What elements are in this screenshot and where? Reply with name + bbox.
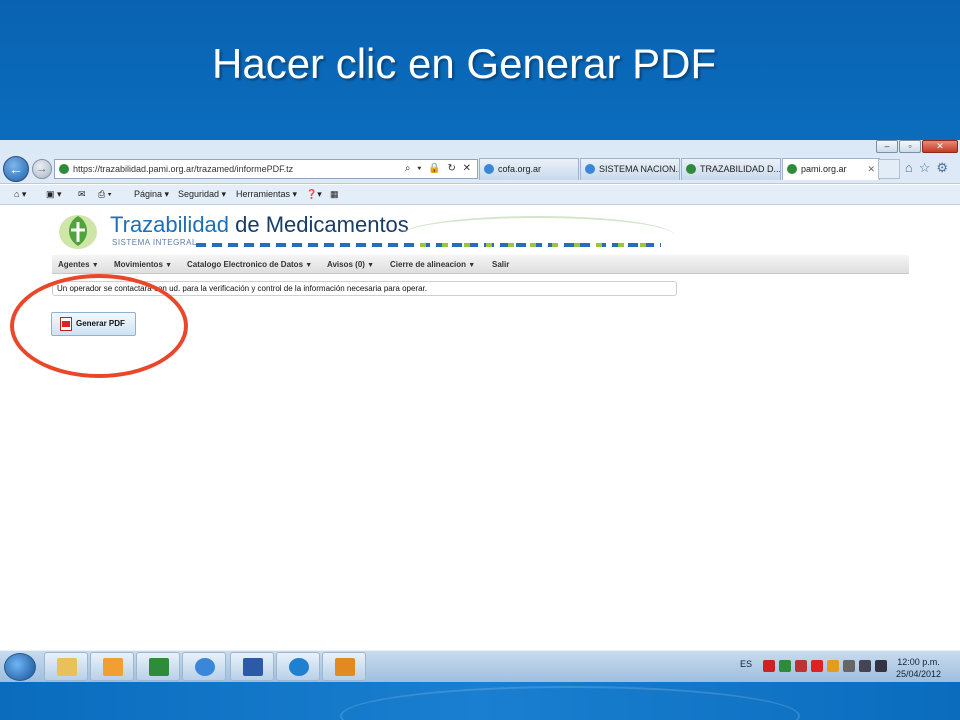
clock[interactable]: 12:00 p.m. 25/04/2012	[896, 656, 941, 680]
flag-icon[interactable]	[843, 660, 855, 672]
ie-icon	[585, 164, 595, 174]
update-icon[interactable]	[827, 660, 839, 672]
app-menu-bar: Agentes ▼ Movimientos ▼ Catalogo Electro…	[52, 255, 909, 274]
outlook-icon[interactable]	[90, 652, 134, 681]
explorer-icon[interactable]	[44, 652, 88, 681]
volume-icon[interactable]	[875, 660, 887, 672]
tab-label: pami.org.ar	[801, 164, 847, 174]
language-indicator[interactable]: ES	[740, 659, 752, 669]
menu-label: Movimientos	[114, 260, 163, 269]
antivirus-icon[interactable]	[811, 660, 823, 672]
chevron-down-icon: ▼	[91, 262, 99, 269]
acrobat-icon[interactable]	[763, 660, 775, 672]
menu-label: Avisos (0)	[327, 260, 365, 269]
shield-icon	[787, 164, 797, 174]
chevron-down-icon: ▼	[468, 262, 476, 269]
security-icon[interactable]	[779, 660, 791, 672]
brand-title: Trazabilidad de Medicamentos	[110, 212, 409, 238]
tab-label: TRAZABILIDAD D...	[700, 164, 781, 174]
browser-window: – ▫ ✕ ← → https://trazabilidad.pami.org.…	[0, 140, 960, 650]
skype-icon[interactable]	[276, 652, 320, 681]
close-button[interactable]: ✕	[922, 140, 958, 153]
shield-icon	[686, 164, 696, 174]
brand-prefix: Trazabilidad	[110, 212, 230, 237]
media-icon[interactable]	[322, 652, 366, 681]
menu-label: Cierre de alineacion	[390, 260, 467, 269]
new-tab-button[interactable]	[878, 159, 900, 179]
favorites-icon[interactable]: ☆	[919, 160, 937, 175]
navigation-bar: ← → https://trazabilidad.pami.org.ar/tra…	[0, 154, 960, 184]
gear-icon[interactable]: ⚙	[936, 160, 954, 175]
chevron-down-icon: ▼	[367, 262, 375, 269]
home-icon[interactable]: ⌂	[905, 160, 919, 175]
home-icon[interactable]: ⌂ ▾	[14, 189, 26, 200]
mail-icon[interactable]: ✉	[78, 189, 86, 200]
minimize-button[interactable]: –	[876, 140, 898, 153]
word-icon[interactable]	[230, 652, 274, 681]
brand-suffix: de Medicamentos	[229, 212, 409, 237]
forward-icon[interactable]: →	[32, 159, 52, 179]
menu-label: Catalogo Electronico de Datos	[187, 260, 304, 269]
system-tray	[763, 660, 887, 672]
tab-label: SISTEMA NACION...	[599, 164, 680, 174]
ie-icon	[484, 164, 494, 174]
chevron-down-icon: ▼	[165, 262, 173, 269]
trazabilidad-logo-icon	[59, 215, 97, 249]
security-menu[interactable]: Seguridad ▾	[178, 189, 226, 200]
tools-menu[interactable]: Herramientas ▾	[236, 189, 297, 200]
network-icon[interactable]	[859, 660, 871, 672]
brand-subtitle: SISTEMA INTEGRAL	[112, 238, 197, 247]
decorative-dashes-green	[420, 243, 660, 247]
address-bar[interactable]: https://trazabilidad.pami.org.ar/trazame…	[54, 159, 478, 179]
menu-agentes[interactable]: Agentes ▼	[58, 260, 99, 269]
print-icon[interactable]: ⎙ ▾	[98, 189, 111, 200]
menu-avisos[interactable]: Avisos (0) ▼	[327, 260, 374, 269]
ie-icon[interactable]	[182, 652, 226, 681]
menu-catalogo[interactable]: Catalogo Electronico de Datos ▼	[187, 260, 312, 269]
menu-movimientos[interactable]: Movimientos ▼	[114, 260, 172, 269]
windows-start-icon[interactable]	[4, 653, 36, 681]
page-menu[interactable]: Página ▾	[134, 189, 169, 200]
url-text: https://trazabilidad.pami.org.ar/trazame…	[73, 164, 294, 174]
clock-time: 12:00 p.m.	[897, 657, 940, 667]
clock-date: 25/04/2012	[896, 669, 942, 679]
taskbar: ES 12:00 p.m. 25/04/2012	[0, 650, 960, 682]
title-bar: – ▫ ✕	[0, 140, 960, 154]
highlight-circle	[10, 274, 188, 378]
tab-label: cofa.org.ar	[498, 164, 542, 174]
tab-pami[interactable]: pami.org.ar ✕	[782, 158, 880, 180]
web-page: Trazabilidad de Medicamentos SISTEMA INT…	[0, 206, 960, 650]
secure-site-icon	[59, 164, 69, 174]
menu-label: Agentes	[58, 260, 90, 269]
browser-tools: ⌂☆⚙	[905, 160, 954, 176]
feeds-icon[interactable]: ▣ ▾	[46, 189, 62, 200]
maximize-button[interactable]: ▫	[899, 140, 921, 153]
tab-strip: cofa.org.ar SISTEMA NACION... TRAZABILID…	[479, 158, 881, 180]
slide-header: Hacer clic en Generar PDF	[0, 0, 960, 140]
help-icon[interactable]: ❓▾	[306, 189, 322, 200]
excel-icon[interactable]	[136, 652, 180, 681]
chevron-down-icon: ▼	[305, 262, 313, 269]
menu-salir[interactable]: Salir	[492, 260, 509, 269]
address-actions[interactable]: ⌕ ▾ 🔒 ↻ ✕	[405, 160, 473, 178]
back-icon[interactable]: ←	[3, 156, 29, 182]
tab-sistema-nacional[interactable]: SISTEMA NACION...	[580, 158, 680, 180]
slide-title: Hacer clic en Generar PDF	[212, 40, 717, 87]
tab-trazabilidad[interactable]: TRAZABILIDAD D...	[681, 158, 781, 180]
decorative-swoosh	[400, 216, 675, 256]
menu-cierre[interactable]: Cierre de alineacion ▼	[390, 260, 475, 269]
command-bar: ⌂ ▾ ▣ ▾ ✉ ⎙ ▾ Página ▾ Seguridad ▾ Herra…	[0, 185, 960, 205]
tab-close-icon[interactable]: ✕	[867, 159, 875, 179]
tray-app-icon[interactable]	[795, 660, 807, 672]
research-icon[interactable]: ▦	[330, 189, 339, 200]
tab-cofa[interactable]: cofa.org.ar	[479, 158, 579, 180]
